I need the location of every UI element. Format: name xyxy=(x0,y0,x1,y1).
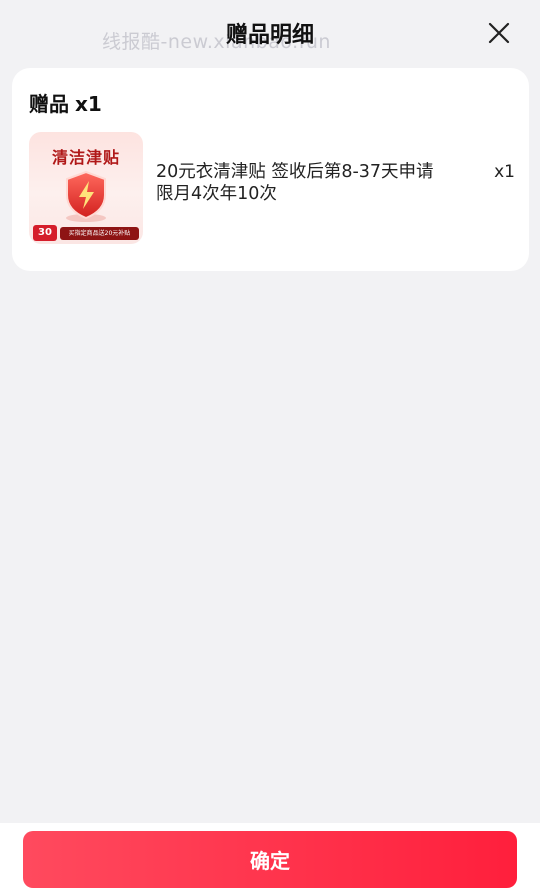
thumbnail-badge: 30 xyxy=(33,225,57,241)
sheet-title: 赠品明细 xyxy=(225,23,314,48)
thumbnail-banner: 买指定商品送20元补贴 xyxy=(60,227,139,240)
gift-thumbnail: 清洁津贴 30 买指定商品送20元补贴 xyxy=(29,132,143,244)
gift-name: 20元衣清津贴 签收后第8-37天申请 限月4次年10次 xyxy=(156,162,434,204)
gift-details-sheet: 线报酷-new.xianbao.fun 赠品明细 赠品 x1 清洁津贴 30 买… xyxy=(0,0,540,889)
close-button[interactable] xyxy=(486,20,512,46)
shield-lightning-icon xyxy=(66,170,106,222)
close-icon xyxy=(488,22,510,44)
gift-card: 赠品 x1 清洁津贴 30 买指定商品送20元补贴 20元衣清津贴 签收后第8-… xyxy=(12,68,529,271)
gift-section-title: 赠品 x1 xyxy=(29,88,102,117)
footer-bar: 确定 xyxy=(0,823,540,889)
gift-section-count: x1 xyxy=(75,92,102,116)
gift-section-label: 赠品 xyxy=(29,92,69,116)
thumbnail-title: 清洁津贴 xyxy=(51,148,120,167)
sheet-header: 线报酷-new.xianbao.fun 赠品明细 xyxy=(0,0,540,66)
gift-quantity: x1 xyxy=(494,162,515,182)
confirm-button[interactable]: 确定 xyxy=(23,831,517,888)
gift-item[interactable]: 清洁津贴 30 买指定商品送20元补贴 20元衣清津贴 签收后第8-37天申请 … xyxy=(29,132,515,244)
